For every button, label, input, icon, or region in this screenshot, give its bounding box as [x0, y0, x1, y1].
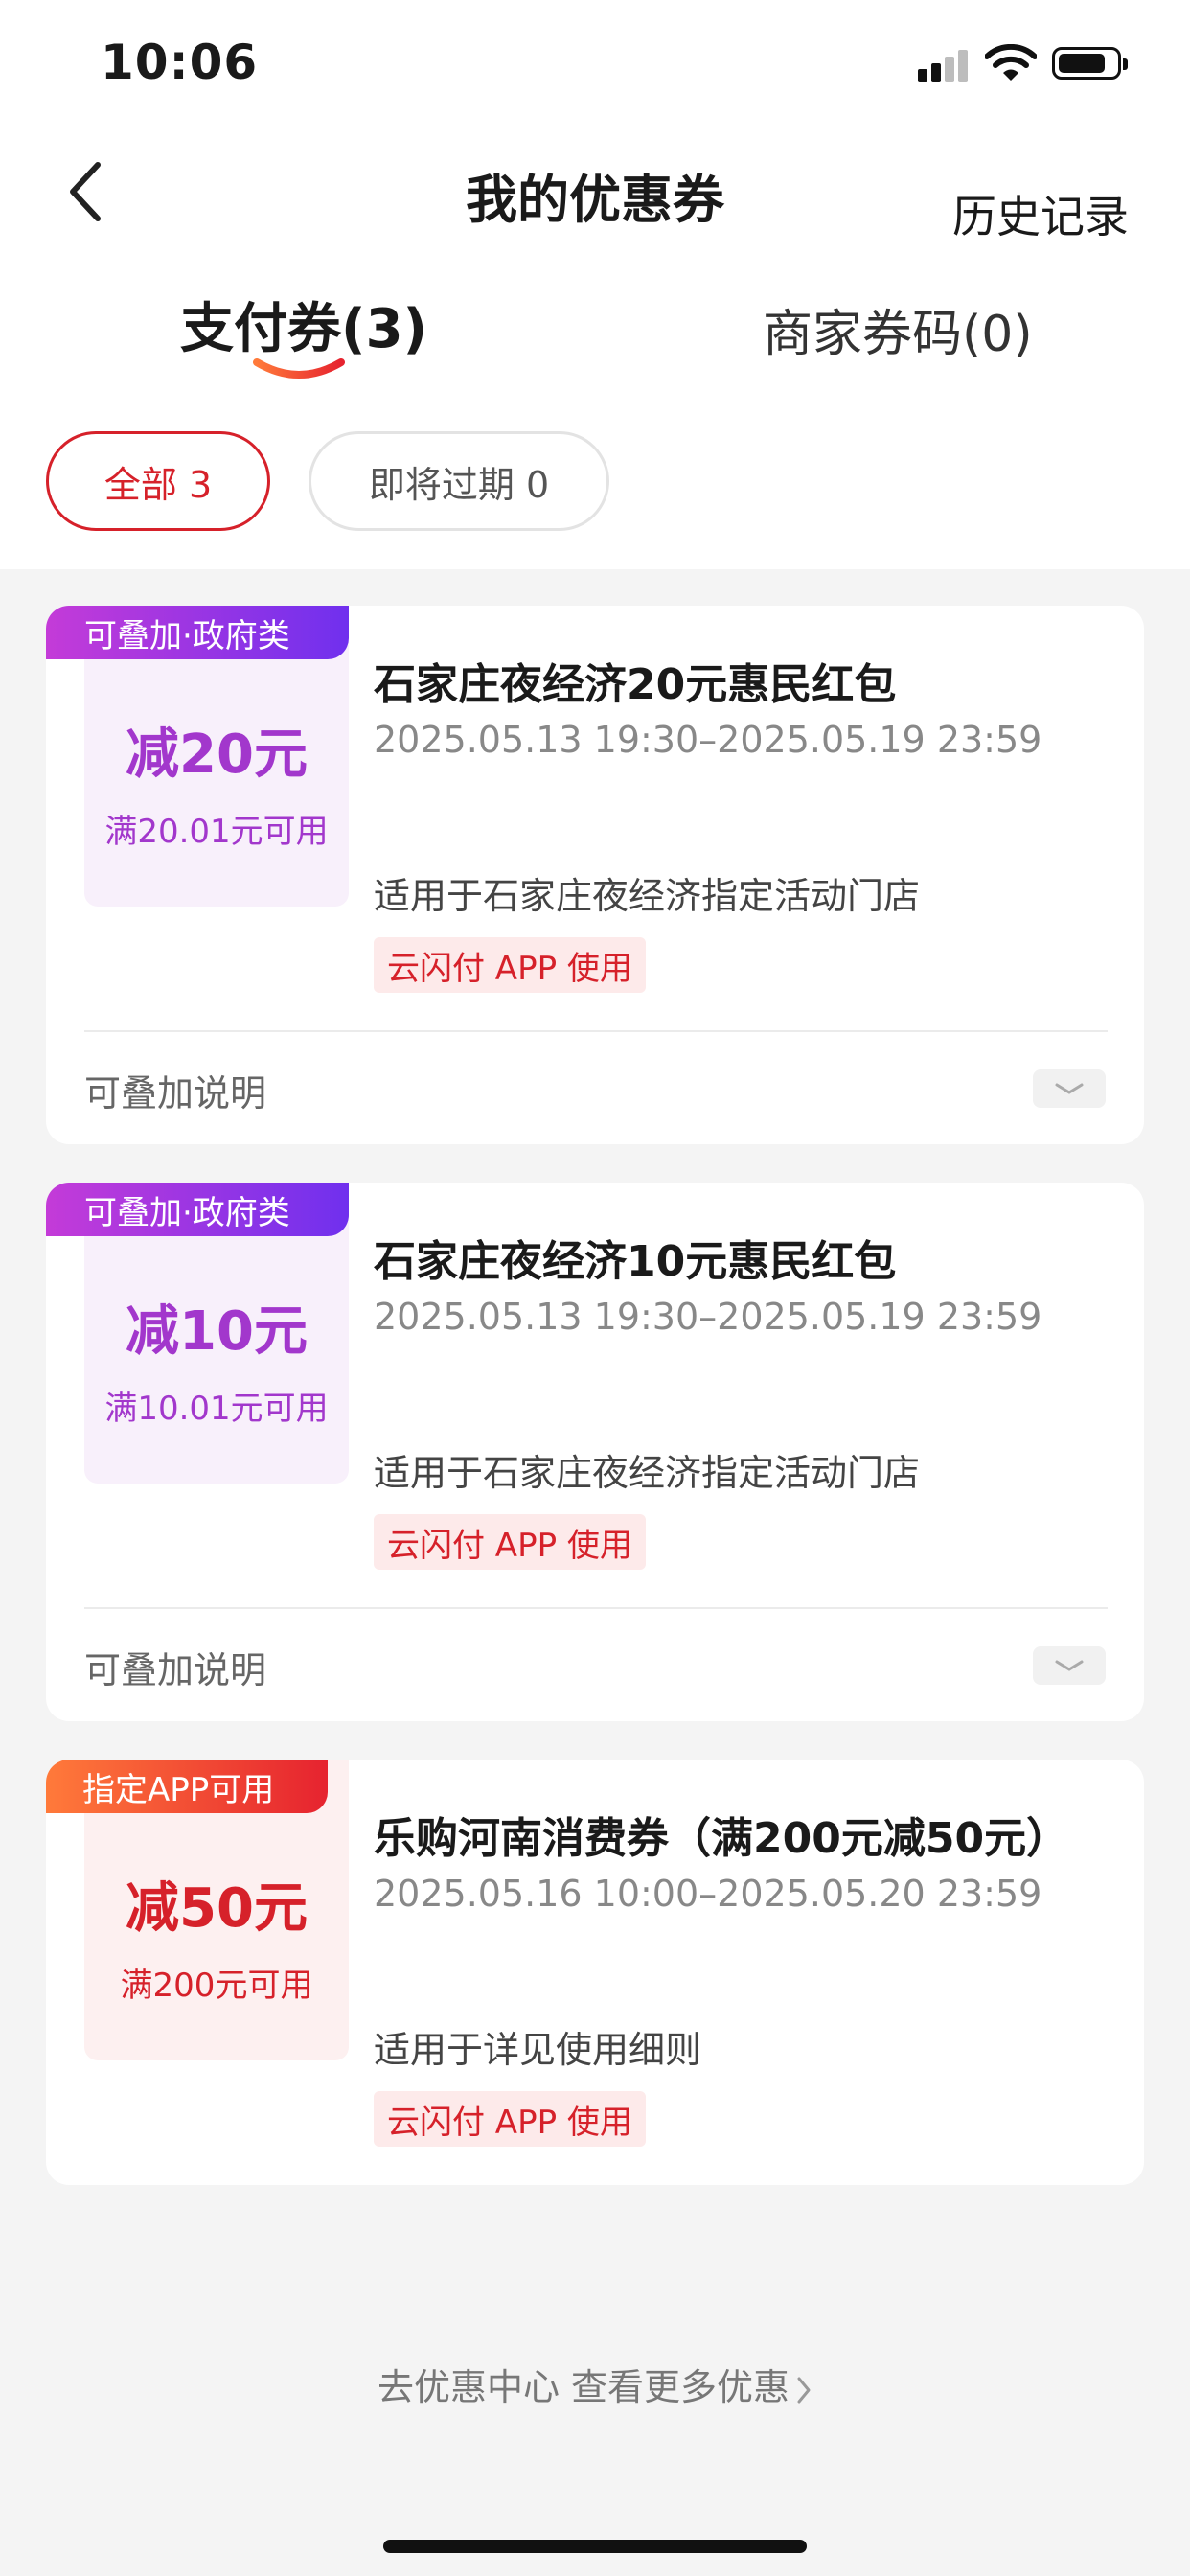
coupon-name: 石家庄夜经济20元惠民红包 [374, 660, 897, 709]
coupon-validity: 2025.05.13 19:30–2025.05.19 23:59 [374, 1296, 1042, 1338]
stacking-note-label[interactable]: 可叠加说明 [84, 1641, 266, 1693]
chevron-right-icon [797, 2377, 811, 2403]
coupon-card[interactable]: 减20元 满20.01元可用 可叠加·政府类 石家庄夜经济20元惠民红包 202… [46, 606, 1144, 1144]
coupon-scope: 适用于详见使用细则 [374, 2029, 702, 2071]
home-indicator [383, 2540, 807, 2553]
filter-all-chip[interactable]: 全部 3 [46, 431, 270, 531]
coupon-validity: 2025.05.16 10:00–2025.05.20 23:59 [374, 1873, 1042, 1915]
card-divider [84, 1607, 1108, 1609]
coupon-center-link[interactable]: 去优惠中心 查看更多优惠 [0, 2358, 1190, 2410]
coupon-channel-badge: 云闪付 APP 使用 [374, 937, 646, 993]
coupon-amount: 减10元 [126, 1300, 308, 1363]
coupon-amount: 减20元 [126, 724, 308, 786]
coupon-condition: 满200元可用 [120, 1966, 313, 2005]
coupon-card[interactable]: 减10元 满10.01元可用 可叠加·政府类 石家庄夜经济10元惠民红包 202… [46, 1183, 1144, 1721]
chevron-down-icon [1055, 1083, 1084, 1094]
tab-merchant-codes[interactable]: 商家券码(0) [763, 293, 1033, 365]
stacking-note-label[interactable]: 可叠加说明 [84, 1064, 266, 1116]
coupon-name: 石家庄夜经济10元惠民红包 [374, 1237, 897, 1286]
chevron-down-icon [1055, 1660, 1084, 1671]
tab-payment-coupons[interactable]: 支付券(3) [180, 286, 427, 363]
battery-icon [1052, 47, 1128, 80]
coupon-type-tag: 可叠加·政府类 [46, 606, 349, 659]
coupon-scope: 适用于石家庄夜经济指定活动门店 [374, 1452, 921, 1494]
wifi-icon [985, 44, 1037, 80]
cellular-signal-icon [918, 48, 968, 82]
coupon-condition: 满20.01元可用 [104, 813, 329, 851]
history-link[interactable]: 历史记录 [952, 182, 1129, 245]
coupon-type-tag: 可叠加·政府类 [46, 1183, 349, 1236]
filter-expiring-chip[interactable]: 即将过期 0 [309, 431, 609, 531]
coupon-channel-badge: 云闪付 APP 使用 [374, 2091, 646, 2147]
coupon-scope: 适用于石家庄夜经济指定活动门店 [374, 875, 921, 917]
coupon-amount: 减50元 [126, 1877, 308, 1940]
coupon-validity: 2025.05.13 19:30–2025.05.19 23:59 [374, 719, 1042, 761]
card-divider [84, 1030, 1108, 1032]
coupon-name: 乐购河南消费券（满200元减50元） [374, 1814, 1069, 1863]
expand-toggle[interactable] [1033, 1646, 1106, 1685]
status-time: 10:06 [101, 34, 259, 90]
tab-active-indicator [253, 358, 345, 379]
coupon-center-link-label: 去优惠中心 查看更多优惠 [377, 2366, 790, 2408]
coupon-channel-badge: 云闪付 APP 使用 [374, 1514, 646, 1570]
coupon-condition: 满10.01元可用 [104, 1390, 329, 1428]
coupon-type-tag: 指定APP可用 [46, 1760, 328, 1813]
expand-toggle[interactable] [1033, 1070, 1106, 1108]
coupon-card[interactable]: 减50元 满200元可用 指定APP可用 乐购河南消费券（满200元减50元） … [46, 1760, 1144, 2185]
